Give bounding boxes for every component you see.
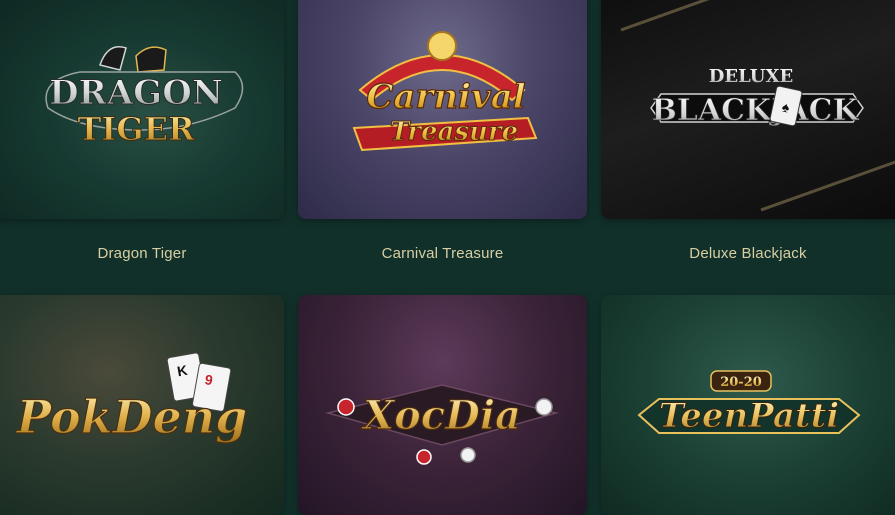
- carnival-treasure-logo: Carnival Treasure: [352, 31, 538, 152]
- svg-text:XocDia: XocDia: [360, 392, 521, 439]
- white-disc-icon: [535, 398, 553, 416]
- game-card-carnival-treasure[interactable]: Carnival Treasure: [298, 0, 587, 219]
- svg-text:BLACKJACK: BLACKJACK: [651, 93, 859, 128]
- game-grid: DRAGON Treasure TIGER Dragon Tiger Carni…: [0, 0, 895, 515]
- star-icon: [427, 31, 457, 61]
- dragon-tiger-logo: DRAGON Treasure TIGER: [45, 46, 244, 149]
- svg-text:20-20: 20-20: [720, 375, 762, 390]
- game-card-pok-deng[interactable]: K 9 PokDeng: [0, 295, 284, 515]
- dragon-head-icon: [99, 46, 127, 71]
- deluxe-blackjack-logo: DELUXE BLACKJACK ♠: [620, 0, 895, 212]
- svg-text:DRAGON: DRAGON: [49, 73, 223, 113]
- tiger-head-icon: [135, 46, 167, 73]
- game-card-dragon-tiger[interactable]: DRAGON Treasure TIGER: [0, 0, 284, 219]
- teen-patti-logo: 20-20 TeenPatti: [637, 370, 861, 437]
- game-title-deluxe-blackjack[interactable]: Deluxe Blackjack: [601, 242, 895, 266]
- svg-text:TeenPatti: TeenPatti: [659, 396, 839, 436]
- game-card-deluxe-blackjack[interactable]: DELUXE BLACKJACK ♠: [601, 0, 895, 219]
- game-title-carnival-treasure[interactable]: Carnival Treasure: [298, 242, 587, 266]
- svg-text:TIGER: TIGER: [77, 110, 195, 148]
- game-card-xoc-dia[interactable]: XocDia: [298, 295, 587, 515]
- svg-text:Treasure: Treasure: [390, 117, 518, 147]
- xoc-dia-logo: XocDia: [325, 384, 559, 465]
- pok-deng-logo: K 9 PokDeng: [14, 352, 248, 445]
- red-disc-icon: [337, 398, 355, 416]
- svg-text:DELUXE: DELUXE: [709, 66, 793, 87]
- game-card-teen-patti[interactable]: 20-20 TeenPatti: [601, 295, 895, 515]
- svg-text:Carnival: Carnival: [366, 77, 525, 117]
- game-title-dragon-tiger[interactable]: Dragon Tiger: [0, 242, 284, 266]
- svg-text:PokDeng: PokDeng: [15, 390, 248, 444]
